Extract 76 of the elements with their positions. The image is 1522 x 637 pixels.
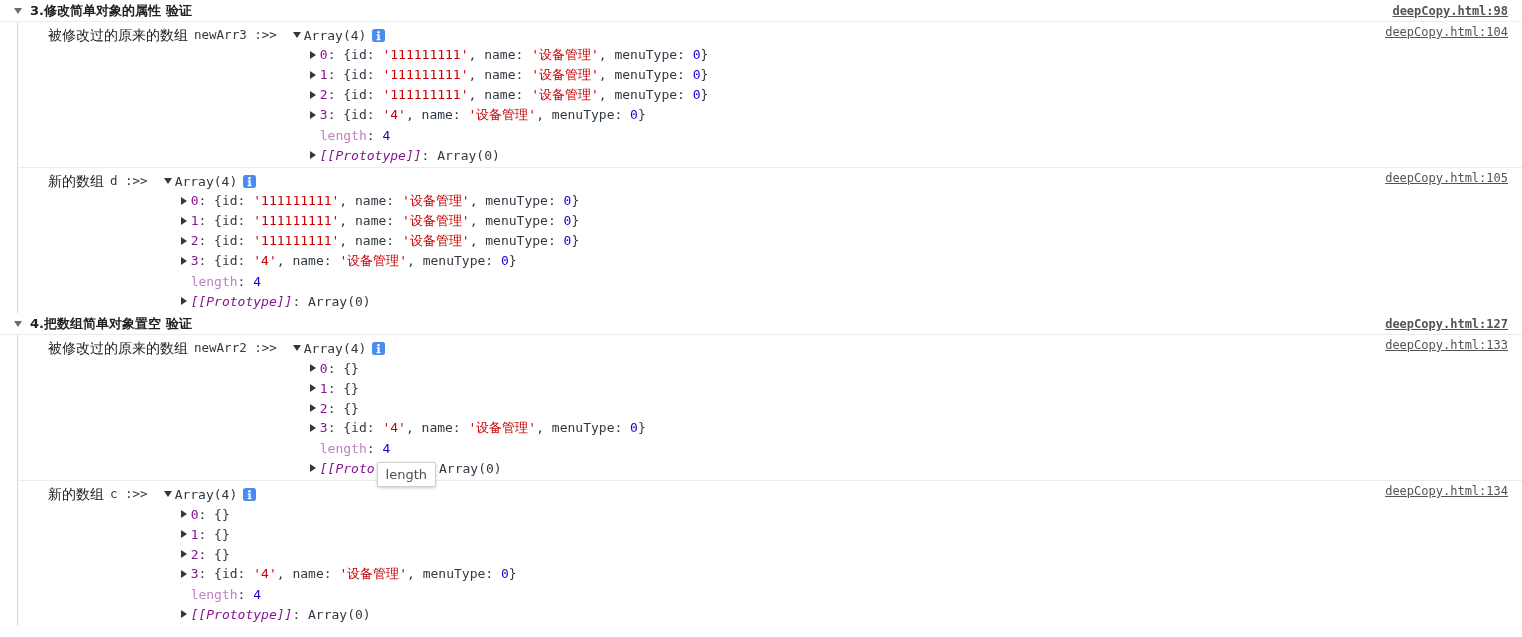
expand-triangle-icon[interactable] — [308, 51, 317, 59]
log-label: 被修改过的原来的数组 — [48, 339, 188, 358]
log-label: 被修改过的原来的数组 — [48, 26, 188, 45]
group-title: 4.把数组简单对象置空 验证 — [30, 314, 192, 333]
group-title: 3.修改简单对象的属性 验证 — [30, 1, 192, 20]
source-link[interactable]: deepCopy.html:133 — [1385, 338, 1508, 352]
expand-triangle-icon[interactable] — [308, 364, 317, 372]
expand-triangle-icon[interactable] — [308, 91, 317, 99]
property-value: length: 4 — [190, 586, 262, 602]
expand-triangle-icon[interactable] — [308, 384, 317, 392]
property-row[interactable]: [[Prototype]]: Array(0) — [319, 147, 500, 163]
expand-triangle-icon[interactable] — [179, 550, 188, 558]
expand-triangle-icon[interactable] — [308, 424, 317, 432]
expand-triangle-icon[interactable] — [179, 237, 188, 245]
expand-triangle-icon[interactable] — [179, 217, 188, 225]
expand-triangle-icon[interactable] — [179, 197, 188, 205]
info-icon[interactable] — [243, 174, 257, 188]
expand-triangle-icon[interactable] — [308, 151, 317, 159]
property-row[interactable]: [[Proto — [319, 460, 375, 476]
property-row[interactable]: 3: {id: '4', name: '设备管理', menuType: 0} — [319, 106, 646, 124]
source-link[interactable]: deepCopy.html:134 — [1385, 484, 1508, 498]
log-label: 新的数组 — [48, 172, 104, 191]
expand-triangle-icon[interactable] — [179, 510, 188, 518]
variable-name: newArr3 :>> — [194, 26, 277, 44]
array-summary[interactable]: Array(4) — [303, 27, 367, 43]
property-row[interactable]: 1: {} — [319, 380, 359, 396]
variable-name: d :>> — [110, 172, 148, 190]
expand-triangle-icon[interactable] — [292, 31, 301, 39]
expand-triangle-icon[interactable] — [163, 177, 172, 185]
expand-triangle-icon[interactable] — [14, 319, 22, 328]
property-value: length: 4 — [319, 440, 391, 456]
property-value: length: 4 — [190, 273, 262, 289]
property-row[interactable]: 0: {} — [319, 360, 359, 376]
property-row[interactable]: [[Prototype]]: Array(0) — [190, 293, 371, 309]
property-row[interactable]: 0: {} — [190, 506, 230, 522]
property-row[interactable]: 3: {id: '4', name: '设备管理', menuType: 0} — [319, 419, 646, 437]
expand-triangle-icon[interactable] — [308, 71, 317, 79]
property-row[interactable]: 2: {} — [190, 546, 230, 562]
array-summary[interactable]: Array(4) — [174, 486, 238, 502]
expand-triangle-icon[interactable] — [292, 344, 301, 352]
property-row[interactable]: 3: {id: '4', name: '设备管理', menuType: 0} — [190, 252, 517, 270]
expand-triangle-icon[interactable] — [308, 464, 317, 472]
array-summary[interactable]: Array(4) — [174, 173, 238, 189]
property-row[interactable]: 2: {} — [319, 400, 359, 416]
property-row[interactable]: 1: {id: '111111111', name: '设备管理', menuType: 0} — [319, 66, 709, 84]
property-row[interactable]: 0: {id: '111111111', name: '设备管理', menuType: 0} — [190, 192, 580, 210]
expand-triangle-icon[interactable] — [179, 297, 188, 305]
tooltip: length — [376, 461, 437, 487]
expand-triangle-icon[interactable] — [14, 6, 22, 15]
source-link[interactable]: deepCopy.html:127 — [1385, 316, 1508, 331]
property-row[interactable]: 2: {id: '111111111', name: '设备管理', menuType: 0} — [190, 232, 580, 250]
source-link[interactable]: deepCopy.html:104 — [1385, 25, 1508, 39]
info-icon[interactable] — [372, 28, 386, 42]
property-row[interactable]: 2: {id: '111111111', name: '设备管理', menuType: 0} — [319, 86, 709, 104]
property-row[interactable]: 1: {} — [190, 526, 230, 542]
expand-triangle-icon[interactable] — [308, 111, 317, 119]
property-row[interactable]: Array(0) — [439, 460, 502, 476]
array-summary[interactable]: Array(4) — [303, 340, 367, 356]
info-icon[interactable] — [372, 341, 386, 355]
property-row[interactable]: 1: {id: '111111111', name: '设备管理', menuType: 0} — [190, 212, 580, 230]
info-icon[interactable] — [243, 487, 257, 501]
expand-triangle-icon[interactable] — [179, 610, 188, 618]
source-link[interactable]: deepCopy.html:98 — [1392, 3, 1508, 18]
property-value: length: 4 — [319, 127, 391, 143]
property-row[interactable]: [[Prototype]]: Array(0) — [190, 606, 371, 622]
expand-triangle-icon[interactable] — [179, 257, 188, 265]
property-row[interactable]: 0: {id: '111111111', name: '设备管理', menuType: 0} — [319, 46, 709, 64]
variable-name: newArr2 :>> — [194, 339, 277, 357]
expand-triangle-icon[interactable] — [163, 490, 172, 498]
expand-triangle-icon[interactable] — [179, 530, 188, 538]
expand-triangle-icon[interactable] — [308, 404, 317, 412]
property-row[interactable]: 3: {id: '4', name: '设备管理', menuType: 0} — [190, 565, 517, 583]
variable-name: c :>> — [110, 485, 148, 503]
log-label: 新的数组 — [48, 485, 104, 504]
source-link[interactable]: deepCopy.html:105 — [1385, 171, 1508, 185]
expand-triangle-icon[interactable] — [179, 570, 188, 578]
